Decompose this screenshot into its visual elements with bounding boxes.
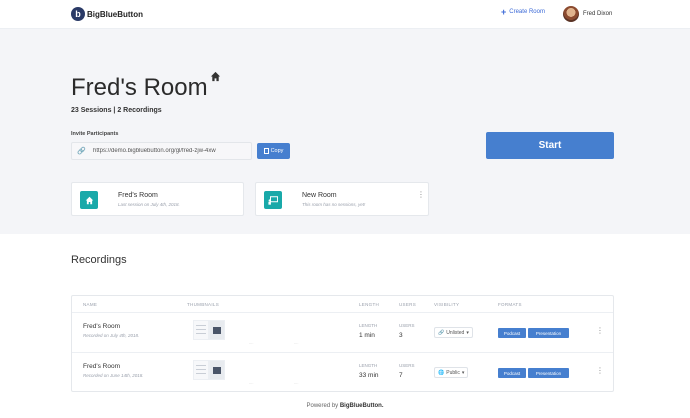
link-icon: 🔗	[438, 329, 445, 336]
recordings-heading: Recordings	[71, 254, 127, 266]
user-menu[interactable]: Fred Dixon	[563, 6, 612, 22]
recordings-table: NAME THUMBNAILS LENGTH USERS VISIBILITY …	[71, 295, 614, 392]
copy-button[interactable]: Copy	[257, 143, 290, 159]
recording-thumbnail[interactable]	[209, 320, 225, 340]
room-card-title: New Room	[302, 192, 337, 199]
recording-length: 1 min	[359, 332, 375, 339]
users-label: USERS	[399, 323, 415, 328]
users-label: USERS	[399, 363, 415, 368]
podcast-format-button[interactable]: Podcast	[498, 368, 526, 378]
invite-label: Invite Participants	[71, 131, 119, 137]
presentation-format-button[interactable]: Presentation	[528, 368, 569, 378]
more-options-icon[interactable]: ⋮	[596, 327, 604, 335]
room-card[interactable]: New Room This room has no sessions, yet!…	[255, 182, 429, 216]
create-room-label: Create Room	[509, 9, 545, 15]
visibility-value: Public	[446, 369, 460, 376]
column-header-formats: FORMATS	[498, 302, 522, 307]
footer-brand-link[interactable]: BigBlueButton.	[340, 403, 384, 409]
column-header-name: NAME	[83, 302, 98, 307]
invite-url-field[interactable]: 🔗 https://demo.bigbluebutton.org/gl/fred…	[71, 142, 252, 160]
bigbluebutton-logo-icon: b	[71, 7, 85, 21]
recording-users: 7	[399, 372, 403, 379]
table-row: Fred's Room Recorded on July 4th, 2018. …	[72, 313, 613, 352]
invite-url: https://demo.bigbluebutton.org/gl/fred-z…	[93, 148, 216, 154]
recording-name[interactable]: Fred's Room	[83, 323, 120, 330]
more-options-icon[interactable]: ⋮	[596, 367, 604, 375]
room-card-subtitle: Last session on July 4th, 2018.	[118, 202, 180, 207]
room-card-subtitle: This room has no sessions, yet!	[302, 202, 366, 207]
podcast-format-button[interactable]: Podcast	[498, 328, 526, 338]
copy-label: Copy	[270, 148, 284, 154]
home-icon	[210, 71, 221, 82]
create-room-link[interactable]: + Create Room	[501, 7, 545, 17]
length-label: LENGTH	[359, 323, 378, 328]
avatar	[563, 6, 579, 22]
table-row: Fred's Room Recorded on June 14th, 2018.…	[72, 353, 613, 392]
length-label: LENGTH	[359, 363, 378, 368]
start-button[interactable]: Start	[486, 132, 614, 159]
recording-users: 3	[399, 332, 403, 339]
column-header-users: USERS	[399, 302, 417, 307]
footer: Powered by BigBlueButton.	[0, 403, 690, 409]
visibility-dropdown[interactable]: 🌐 Public ▾	[434, 367, 469, 378]
recording-length: 33 min	[359, 372, 379, 379]
chevron-down-icon: ▾	[461, 369, 465, 376]
brand-name: BigBlueButton	[87, 9, 143, 19]
room-card-title: Fred's Room	[118, 192, 158, 199]
presentation-format-button[interactable]: Presentation	[528, 328, 569, 338]
recording-thumbnail[interactable]	[209, 360, 225, 380]
globe-icon: 🌐	[438, 369, 445, 376]
column-header-visibility: VISIBILITY	[434, 302, 460, 307]
home-icon	[80, 191, 98, 209]
recording-thumbnail[interactable]	[193, 320, 209, 340]
more-options-icon[interactable]: ⋮	[417, 191, 425, 199]
room-card[interactable]: Fred's Room Last session on July 4th, 20…	[71, 182, 244, 216]
chalkboard-icon	[264, 191, 282, 209]
user-name: Fred Dixon	[583, 11, 613, 17]
recording-date: Recorded on June 14th, 2018.	[83, 373, 144, 378]
column-header-length: LENGTH	[359, 302, 380, 307]
room-stats: 23 Sessions | 2 Recordings	[71, 107, 162, 114]
top-navbar: b BigBlueButton + Create Room Fred Dixon	[0, 0, 690, 29]
copy-icon	[263, 148, 269, 154]
recording-name[interactable]: Fred's Room	[83, 363, 120, 370]
visibility-dropdown[interactable]: 🔗 Unlisted ▾	[434, 327, 473, 338]
brand-logo[interactable]: b BigBlueButton	[71, 7, 143, 21]
footer-prefix: Powered by	[306, 403, 339, 409]
visibility-value: Unlisted	[446, 329, 465, 336]
column-header-thumbnails: THUMBNAILS	[187, 302, 220, 307]
recording-date: Recorded on July 4th, 2018.	[83, 333, 140, 338]
recording-thumbnail[interactable]	[193, 360, 209, 380]
link-icon: 🔗	[77, 148, 86, 155]
plus-icon: +	[501, 7, 507, 17]
page-title: Fred's Room	[71, 74, 208, 101]
chevron-down-icon: ▾	[466, 329, 469, 336]
